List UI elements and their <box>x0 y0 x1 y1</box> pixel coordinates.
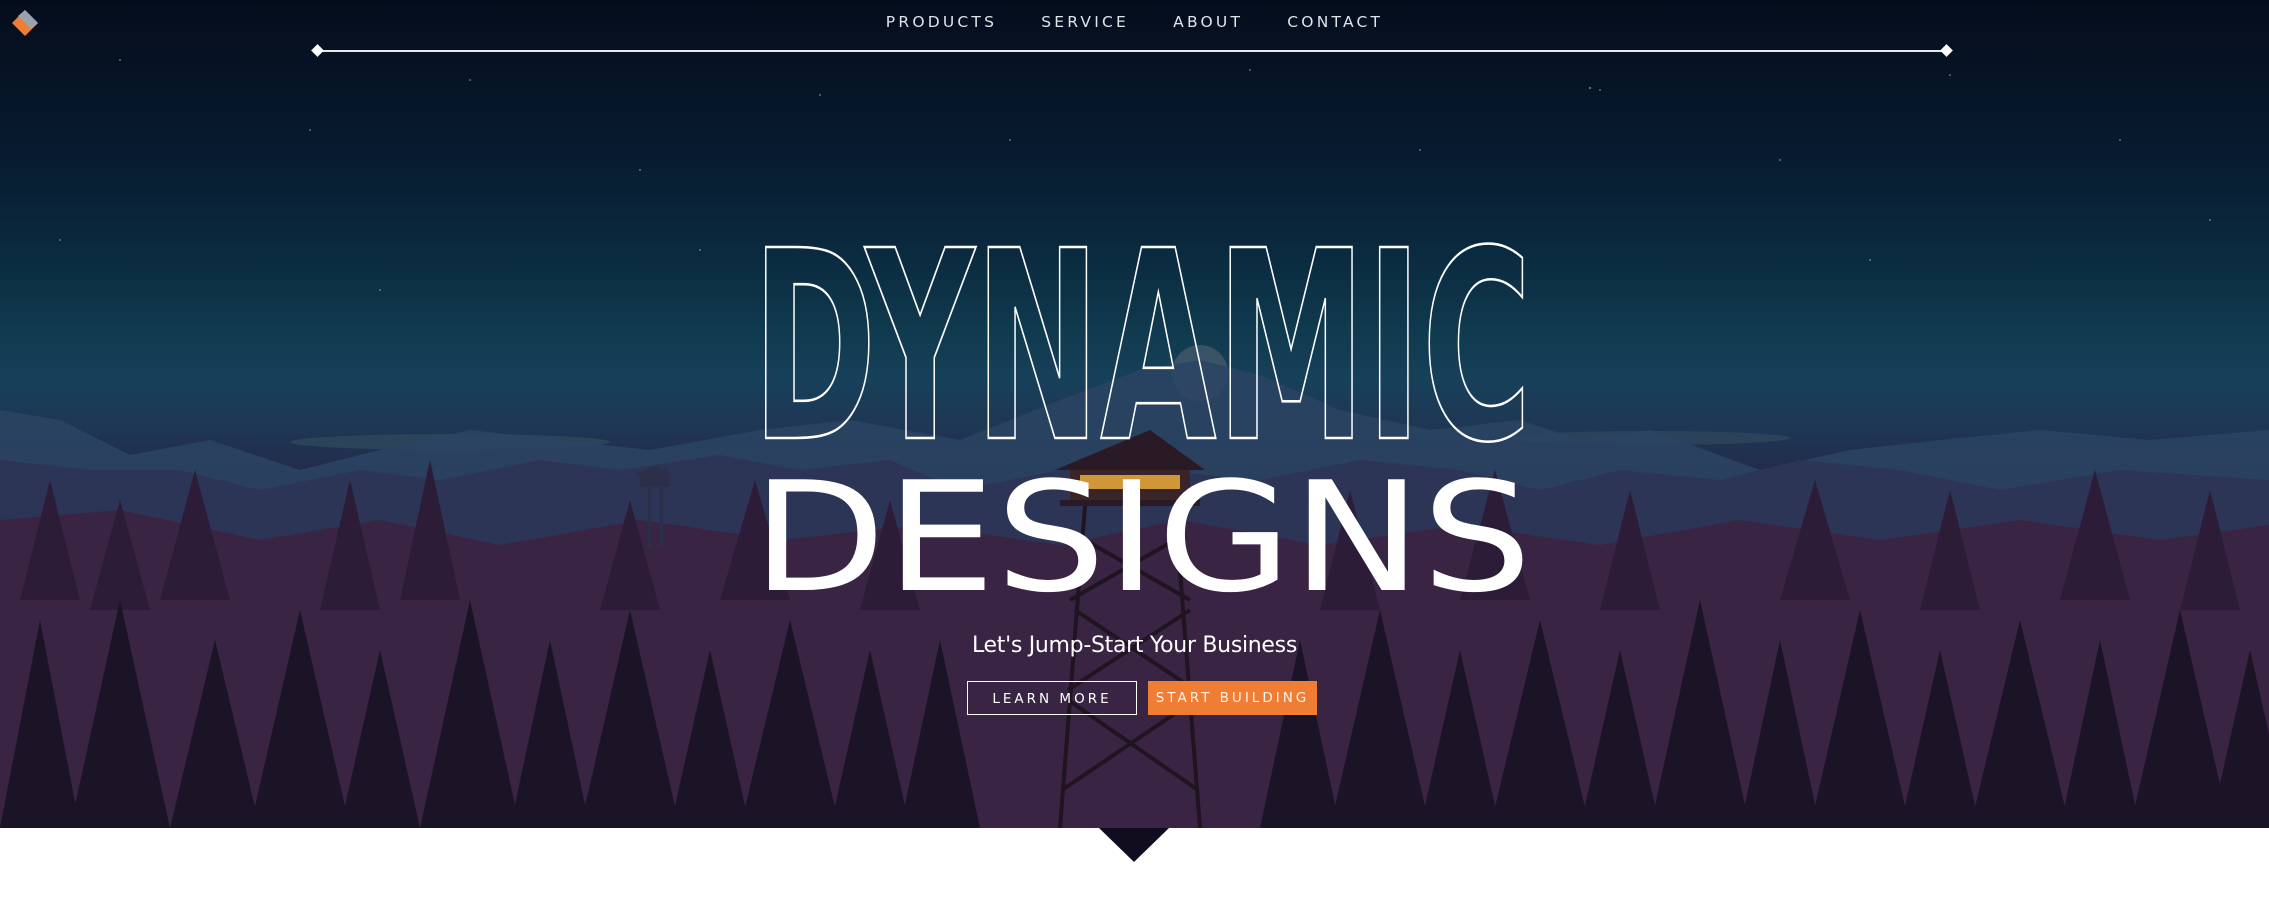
learn-more-button[interactable]: LEARN MORE <box>967 681 1137 715</box>
start-building-button[interactable]: START BUILDING <box>1148 681 1317 715</box>
hero-section: PRODUCTS SERVICE ABOUT CONTACT DYNAMIC D… <box>0 0 2269 828</box>
hero-tagline: Let's Jump-Start Your Business <box>971 633 1297 658</box>
triangle-down-icon[interactable] <box>1099 828 1169 862</box>
hero-title-line-2: DESIGNS <box>752 449 1532 626</box>
